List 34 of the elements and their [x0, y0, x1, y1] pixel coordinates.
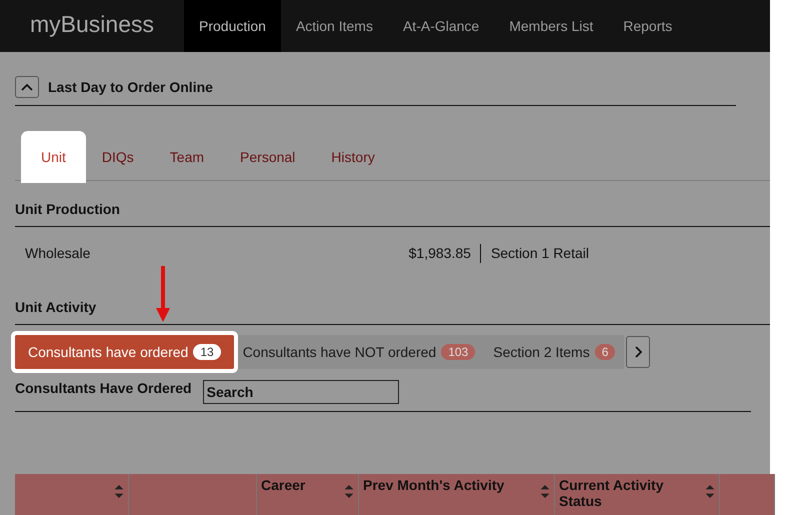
sort-icon — [114, 485, 124, 498]
tab[interactable]: DIQs — [84, 134, 151, 180]
filter-pill[interactable]: Consultants have NOT ordered 103 — [234, 336, 484, 368]
sort-icon — [344, 485, 354, 498]
tab[interactable]: Personal — [223, 134, 312, 180]
chevron-up-icon — [21, 83, 33, 91]
sort-icon — [540, 485, 550, 498]
list-heading: Consultants Have Ordered — [15, 380, 192, 396]
column-header[interactable]: Current Activity Status — [555, 474, 720, 515]
nav-tab[interactable]: At-A-Glance — [388, 0, 494, 52]
nav-tab[interactable]: Members List — [494, 0, 608, 52]
search-field[interactable]: Search — [202, 380, 399, 404]
nav-tab[interactable]: Production — [184, 0, 281, 52]
filter-pill[interactable]: Consultants have ordered 13 — [15, 335, 234, 369]
column-header[interactable]: Prev Month's Activity — [359, 474, 555, 515]
nav-tab[interactable]: Reports — [608, 0, 688, 52]
chevron-right-icon — [634, 346, 642, 358]
brand-logo[interactable]: myBusiness — [0, 0, 184, 52]
sort-icon — [705, 485, 715, 498]
section-heading: Unit Activity — [15, 299, 96, 315]
tab[interactable]: History — [314, 134, 392, 180]
filter-pill[interactable]: Section 2 Items 6 — [484, 336, 624, 368]
tab[interactable]: Unit — [24, 134, 83, 180]
metric-label: Section 1 Retail — [490, 245, 589, 261]
metric-label: Wholesale — [25, 245, 90, 261]
section-heading: Unit Production — [15, 201, 120, 217]
arrow-annotation — [156, 266, 170, 322]
next-button[interactable] — [626, 336, 650, 368]
metric-value: $1,983.85 — [408, 245, 471, 261]
tab[interactable]: Team — [152, 134, 222, 180]
notice-title: Last Day to Order Online — [48, 79, 213, 95]
nav-tab[interactable]: Action Items — [280, 0, 388, 52]
collapse-button[interactable] — [15, 76, 39, 98]
column-header[interactable]: Career — [257, 474, 359, 515]
